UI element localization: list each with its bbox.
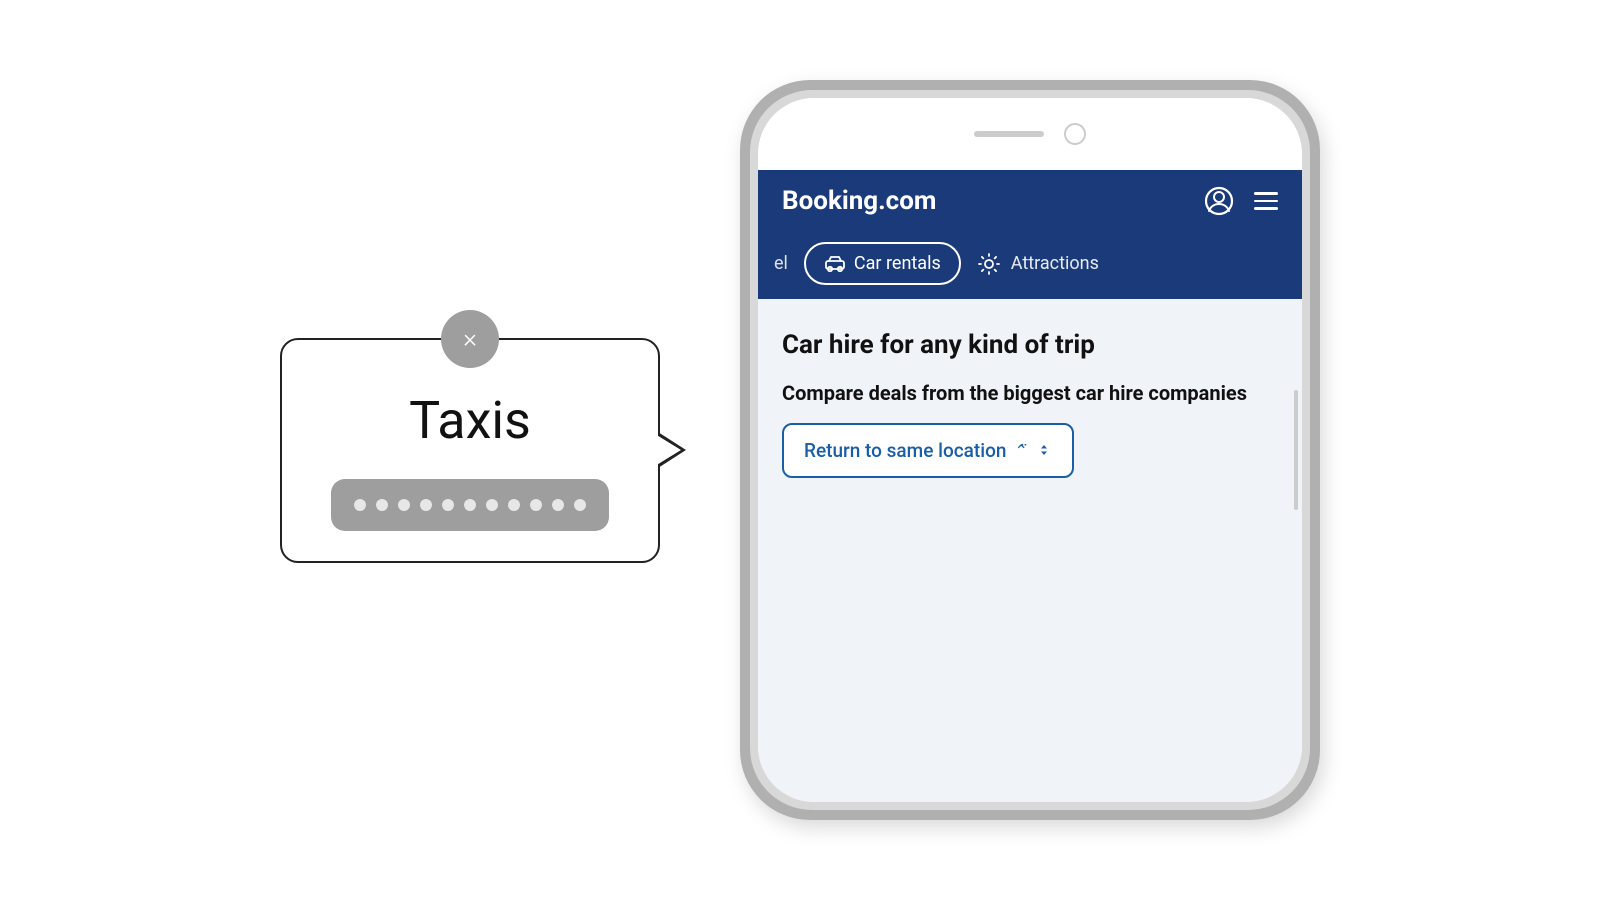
dot-11 — [574, 499, 586, 511]
phone-screen: Booking.com — [758, 170, 1302, 802]
nav-tabs: el Car rentals — [758, 232, 1302, 299]
partial-tab-label: el — [774, 253, 788, 274]
dot-9 — [530, 499, 542, 511]
tooltip-bubble: Taxis — [280, 338, 660, 563]
phone-camera — [1064, 123, 1086, 145]
phone-bezel-top — [758, 98, 1302, 170]
close-button[interactable]: × — [441, 310, 499, 368]
dot-3 — [398, 499, 410, 511]
dot-5 — [442, 499, 454, 511]
dot-1 — [354, 499, 366, 511]
tooltip-box: × Taxis — [280, 338, 660, 563]
car-rentals-label: Car rentals — [854, 253, 941, 274]
content-title: Car hire for any kind of trip — [782, 329, 1278, 363]
return-button-label: Return to same location — [804, 439, 1006, 462]
attractions-label: Attractions — [1011, 253, 1099, 274]
dot-4 — [420, 499, 432, 511]
scene: × Taxis — [0, 0, 1600, 900]
booking-logo: Booking.com — [782, 186, 936, 216]
chevron-updown-icon: ⌃̈ — [1014, 441, 1027, 460]
attractions-icon — [977, 252, 1001, 276]
phone-scrollbar — [1294, 390, 1298, 510]
phone-inner-shell: Booking.com — [750, 90, 1310, 810]
phone-mockup: Booking.com — [740, 80, 1320, 820]
dot-7 — [486, 499, 498, 511]
password-dots-bar — [331, 479, 609, 531]
content-subtitle: Compare deals from the biggest car hire … — [782, 379, 1278, 407]
hamburger-line-2 — [1254, 200, 1278, 203]
dot-6 — [464, 499, 476, 511]
dot-8 — [508, 499, 520, 511]
dot-10 — [552, 499, 564, 511]
hamburger-line-3 — [1254, 207, 1278, 210]
dot-2 — [376, 499, 388, 511]
phone-speaker — [974, 131, 1044, 137]
close-icon: × — [463, 326, 477, 352]
car-icon — [824, 256, 846, 272]
car-rentals-tab[interactable]: Car rentals — [804, 242, 961, 285]
header-icons — [1204, 186, 1278, 216]
phone-screen-outer: Booking.com — [758, 98, 1302, 802]
hamburger-line-1 — [1254, 192, 1278, 195]
hamburger-menu-icon[interactable] — [1254, 192, 1278, 210]
taxis-label: Taxis — [409, 390, 531, 451]
booking-header: Booking.com — [758, 170, 1302, 232]
screen-content: Car hire for any kind of trip Compare de… — [758, 299, 1302, 802]
sort-icon — [1036, 442, 1052, 458]
user-icon[interactable] — [1204, 186, 1234, 216]
attractions-tab[interactable]: Attractions — [977, 252, 1099, 276]
phone-outer-shell: Booking.com — [740, 80, 1320, 820]
return-to-same-location-button[interactable]: Return to same location ⌃̈ — [782, 423, 1074, 478]
